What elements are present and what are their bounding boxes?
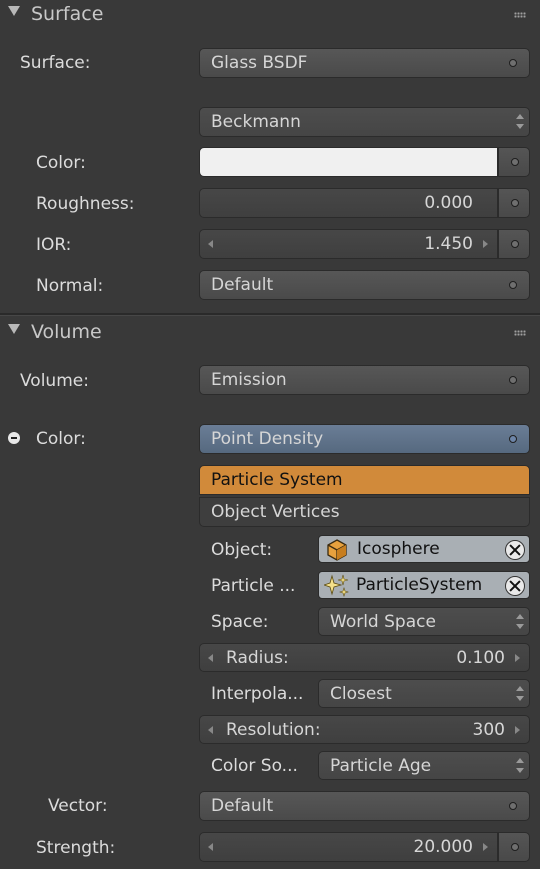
socket-icon bbox=[509, 802, 517, 810]
roughness-value: 0.000 bbox=[424, 193, 473, 213]
radius-number-field[interactable]: Radius: 0.100 bbox=[199, 643, 530, 672]
decrement-arrow-icon[interactable] bbox=[208, 726, 213, 734]
point-source-option-object-vertices[interactable]: Object Vertices bbox=[199, 497, 530, 527]
space-value: World Space bbox=[330, 612, 436, 632]
socket-icon bbox=[511, 240, 519, 248]
updown-arrows-icon bbox=[516, 612, 524, 632]
strength-value: 20.000 bbox=[413, 837, 473, 857]
increment-arrow-icon[interactable] bbox=[483, 843, 488, 851]
socket-icon bbox=[509, 281, 517, 289]
roughness-label: Roughness: bbox=[36, 194, 135, 214]
ior-socket-button[interactable] bbox=[498, 229, 530, 259]
socket-icon bbox=[511, 199, 519, 207]
socket-icon bbox=[509, 376, 517, 384]
volume-shader-selector[interactable]: Emission bbox=[199, 365, 530, 395]
distribution-dropdown[interactable]: Beckmann bbox=[199, 107, 530, 137]
updown-arrows-icon bbox=[516, 756, 524, 776]
volume-panel-title: Volume bbox=[31, 321, 102, 343]
space-dropdown[interactable]: World Space bbox=[318, 607, 530, 636]
increment-arrow-icon[interactable] bbox=[515, 726, 520, 734]
space-label: Space: bbox=[211, 612, 269, 632]
object-label: Object: bbox=[211, 540, 273, 560]
vector-label: Vector: bbox=[48, 796, 108, 816]
ior-label: IOR: bbox=[36, 235, 72, 255]
surface-panel-title: Surface bbox=[31, 3, 104, 25]
normal-label: Normal: bbox=[36, 276, 104, 296]
strength-label: Strength: bbox=[36, 838, 116, 858]
interpolation-dropdown[interactable]: Closest bbox=[318, 679, 530, 708]
socket-icon bbox=[509, 59, 517, 67]
color-socket-button[interactable] bbox=[498, 147, 530, 177]
vector-value: Default bbox=[211, 796, 274, 816]
option-label: Particle System bbox=[211, 470, 343, 490]
particle-label: Particle ... bbox=[211, 576, 296, 596]
updown-arrows-icon bbox=[516, 112, 524, 132]
roughness-socket-button[interactable] bbox=[498, 188, 530, 218]
increment-arrow-icon[interactable] bbox=[515, 654, 520, 662]
panel-divider bbox=[0, 313, 540, 316]
surface-label: Surface: bbox=[20, 53, 91, 73]
strength-number-field[interactable]: 20.000 bbox=[199, 832, 498, 862]
particle-system-value: ParticleSystem bbox=[356, 575, 483, 595]
normal-value: Default bbox=[211, 275, 274, 295]
socket-icon bbox=[511, 158, 519, 166]
decrement-arrow-icon[interactable] bbox=[208, 654, 213, 662]
increment-arrow-icon[interactable] bbox=[483, 240, 488, 248]
collapse-triangle-icon[interactable] bbox=[8, 6, 20, 16]
clear-object-icon[interactable] bbox=[505, 540, 525, 560]
color-source-value: Particle Age bbox=[330, 756, 432, 776]
resolution-value: 300 bbox=[472, 720, 505, 740]
object-field[interactable]: Icosphere bbox=[318, 535, 530, 563]
cube-icon bbox=[327, 539, 347, 561]
surface-panel-header[interactable]: Surface bbox=[0, 0, 540, 32]
color-source-label: Color So... bbox=[211, 756, 298, 776]
socket-icon bbox=[511, 843, 519, 851]
updown-arrows-icon bbox=[516, 684, 524, 704]
volume-shader-value: Emission bbox=[211, 370, 287, 390]
distribution-value: Beckmann bbox=[211, 112, 301, 132]
volume-label: Volume: bbox=[20, 371, 89, 391]
collapse-triangle-icon[interactable] bbox=[8, 324, 20, 334]
strength-socket-button[interactable] bbox=[498, 832, 530, 862]
interpolation-label: Interpola... bbox=[211, 684, 304, 704]
point-source-option-particle-system[interactable]: Particle System bbox=[199, 465, 530, 495]
volume-color-label: Color: bbox=[36, 429, 86, 449]
surface-shader-selector[interactable]: Glass BSDF bbox=[199, 48, 530, 78]
clear-particle-system-icon[interactable] bbox=[505, 576, 525, 596]
object-value: Icosphere bbox=[357, 539, 440, 559]
color-swatch[interactable] bbox=[199, 147, 498, 177]
decrement-arrow-icon[interactable] bbox=[208, 843, 213, 851]
sparkle-icon bbox=[324, 574, 349, 597]
interpolation-value: Closest bbox=[330, 684, 392, 704]
color-label: Color: bbox=[36, 153, 86, 173]
color-texture-value: Point Density bbox=[211, 429, 324, 449]
collapse-minus-icon[interactable] bbox=[8, 432, 20, 444]
resolution-label: Resolution: bbox=[226, 720, 321, 740]
drag-grip-icon[interactable] bbox=[514, 330, 526, 336]
normal-selector[interactable]: Default bbox=[199, 270, 530, 300]
ior-value: 1.450 bbox=[424, 234, 473, 254]
particle-system-field[interactable]: ParticleSystem bbox=[318, 571, 530, 599]
roughness-slider[interactable]: 0.000 bbox=[199, 188, 498, 218]
volume-panel-header[interactable]: Volume bbox=[0, 318, 540, 350]
socket-icon bbox=[509, 435, 517, 443]
radius-label: Radius: bbox=[226, 648, 289, 668]
vector-selector[interactable]: Default bbox=[199, 791, 530, 821]
option-label: Object Vertices bbox=[211, 502, 340, 522]
color-source-dropdown[interactable]: Particle Age bbox=[318, 751, 530, 780]
surface-shader-value: Glass BSDF bbox=[211, 53, 308, 73]
radius-value: 0.100 bbox=[456, 648, 505, 668]
resolution-number-field[interactable]: Resolution: 300 bbox=[199, 715, 530, 744]
drag-grip-icon[interactable] bbox=[514, 12, 526, 18]
decrement-arrow-icon[interactable] bbox=[208, 240, 213, 248]
ior-number-field[interactable]: 1.450 bbox=[199, 229, 498, 259]
color-texture-selector[interactable]: Point Density bbox=[199, 424, 530, 454]
